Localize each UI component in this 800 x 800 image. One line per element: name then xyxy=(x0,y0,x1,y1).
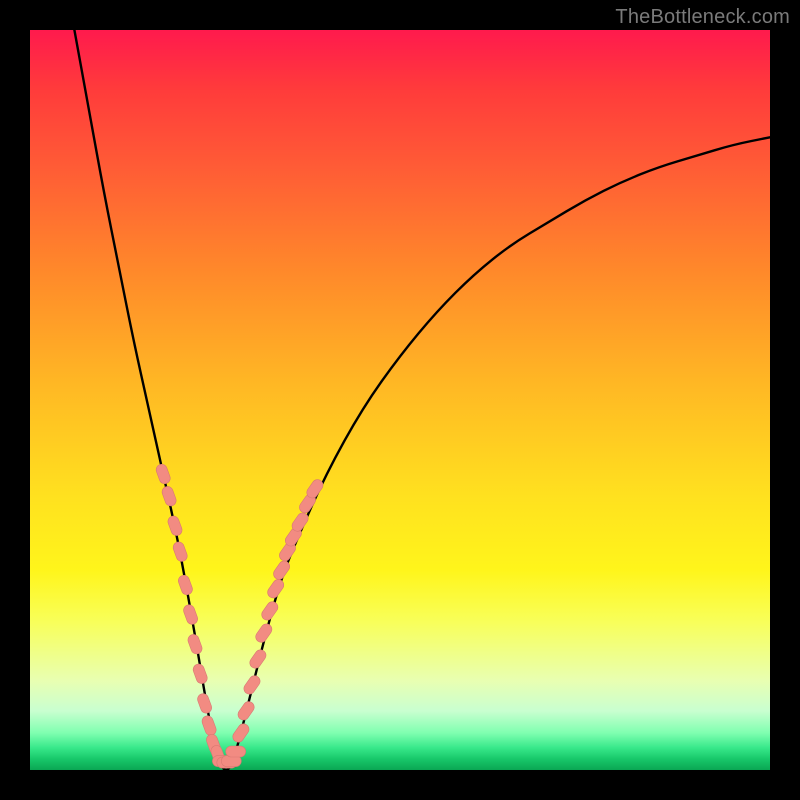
data-marker xyxy=(265,577,285,600)
bottleneck-curve xyxy=(74,30,770,770)
marker-layer xyxy=(155,463,326,768)
data-marker xyxy=(248,648,268,671)
data-marker xyxy=(172,540,189,563)
data-marker xyxy=(201,714,218,737)
data-marker xyxy=(186,633,203,656)
data-marker xyxy=(226,746,246,757)
data-marker xyxy=(196,692,213,715)
data-marker xyxy=(236,699,256,722)
data-marker xyxy=(242,674,262,697)
curve-layer xyxy=(74,30,770,770)
data-marker xyxy=(155,463,172,486)
data-marker xyxy=(260,600,280,623)
data-marker xyxy=(177,574,194,597)
data-marker xyxy=(192,663,209,686)
data-marker xyxy=(231,722,251,745)
data-marker xyxy=(182,603,199,626)
chart-svg xyxy=(30,30,770,770)
data-marker xyxy=(254,622,274,645)
data-marker xyxy=(161,485,178,508)
chart-frame: TheBottleneck.com xyxy=(0,0,800,800)
watermark-text: TheBottleneck.com xyxy=(615,6,790,29)
data-marker xyxy=(166,515,183,538)
